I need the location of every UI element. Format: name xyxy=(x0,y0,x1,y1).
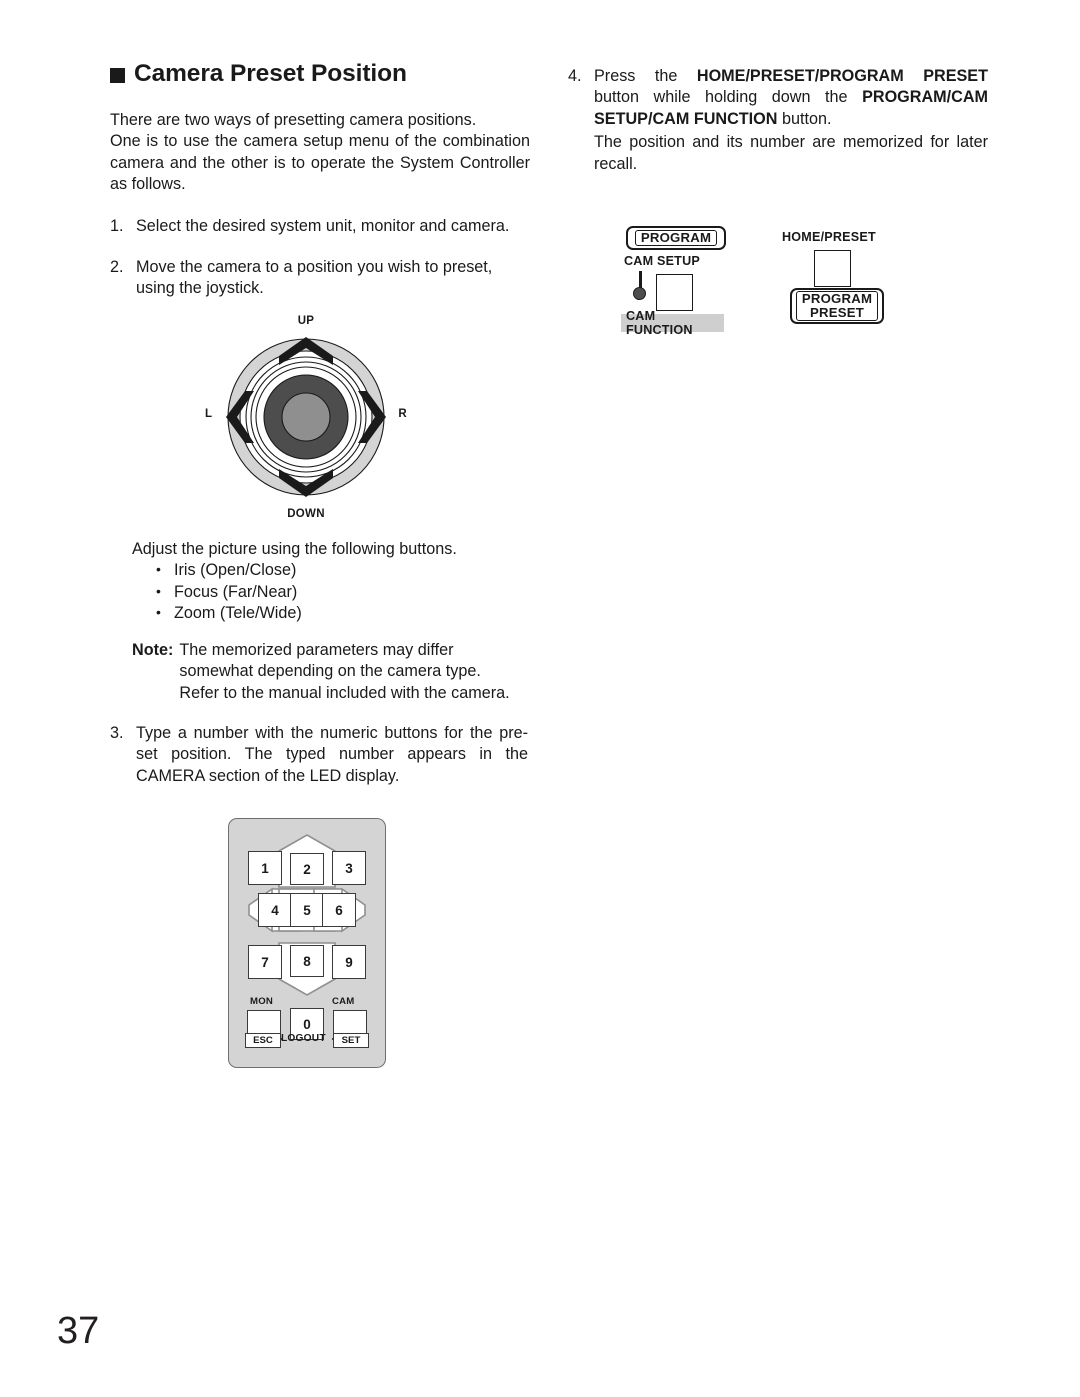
joystick-diagram: UP DOWN L R xyxy=(196,315,416,520)
cam-setup-stem xyxy=(639,271,642,288)
left-column: Camera Preset Position There are two way… xyxy=(110,60,530,300)
cam-function-button[interactable] xyxy=(656,274,693,311)
keypad-key-4[interactable]: 4 xyxy=(258,893,292,927)
manual-page: { "page": { "number": "37" }, "left_colu… xyxy=(0,0,1080,1397)
note: Note: The memorized parameters may diffe… xyxy=(132,640,524,704)
program-preset-button-labels: PROGRAM PRESET xyxy=(795,291,879,321)
step-2-number: 2. xyxy=(110,258,124,277)
step-4-part-3: button. xyxy=(777,109,832,128)
list-item: Iris (Open/Close) xyxy=(156,559,532,581)
program-button[interactable]: PROGRAM xyxy=(626,226,726,250)
left-column-lower: Adjust the picture using the following b… xyxy=(132,539,532,625)
step-1: 1. Select the desired system unit, monit… xyxy=(110,216,530,237)
keypad-key-5[interactable]: 5 xyxy=(290,893,324,927)
keypad-set-button[interactable]: SET xyxy=(333,1033,369,1048)
program-button-label: PROGRAM xyxy=(634,230,718,246)
step-3-text: Type a number with the numeric buttons f… xyxy=(136,724,528,785)
keypad-key-2[interactable]: 2 xyxy=(290,853,324,885)
right-column: 4. Press the HOME/PRESET/PROGRAM PRESET … xyxy=(568,66,988,175)
intro-line-2: One is to use the camera setup menu of t… xyxy=(110,132,530,194)
page-number: 37 xyxy=(57,1310,100,1352)
step-3-number: 3. xyxy=(110,724,124,742)
step-1-text: Select the desired system unit, monitor … xyxy=(136,216,510,235)
keypad-cam-label: CAM xyxy=(332,996,355,1007)
keypad-logout-label: LOGOUT xyxy=(281,1033,326,1044)
adjust-intro-text: Adjust the picture using the following b… xyxy=(132,540,457,558)
step-4-number: 4. xyxy=(568,67,582,85)
home-preset-button[interactable] xyxy=(814,250,851,287)
keypad-esc-button[interactable]: ESC xyxy=(245,1033,281,1048)
cam-setup-label: CAM SETUP xyxy=(624,254,700,268)
note-label: Note: xyxy=(132,641,174,659)
keypad-key-3[interactable]: 3 xyxy=(332,851,366,885)
keypad-diagram: 1 2 3 4 5 6 7 8 9 MON CAM 0 ESC SET LOGO… xyxy=(228,818,386,1068)
step-4-text: Press the HOME/PRESET/PROGRAM PRESET but… xyxy=(594,66,988,130)
square-bullet-icon xyxy=(110,67,125,83)
keypad-key-1[interactable]: 1 xyxy=(248,851,282,885)
note-text: The memorized parameters may differ some… xyxy=(179,641,510,702)
list-item: Zoom (Tele/Wide) xyxy=(156,602,532,624)
cam-setup-led-icon xyxy=(633,287,646,300)
keypad-key-6[interactable]: 6 xyxy=(322,893,356,927)
button-diagram: PROGRAM CAM SETUP CAM FUNCTION HOME/PRES… xyxy=(618,226,918,337)
step-2-text: Move the camera to a position you wish t… xyxy=(136,258,493,298)
step-4-part-1: Press the xyxy=(594,67,697,85)
step-4-bold-1: HOME/PRESET/PROGRAM PRESET xyxy=(696,67,988,85)
step-3-block: 3. Type a number with the numeric button… xyxy=(110,723,528,787)
joystick-graphic xyxy=(226,337,386,497)
keypad-key-8[interactable]: 8 xyxy=(290,945,324,977)
intro-line-1: There are two ways of presetting camera … xyxy=(110,111,477,129)
step-4-part-2: button while holding down the xyxy=(594,88,863,107)
keypad-key-9[interactable]: 9 xyxy=(332,945,366,979)
step-4-followup: The position and its number are memorize… xyxy=(568,132,988,175)
step-2: 2. Move the camera to a position you wis… xyxy=(110,257,530,300)
program-preset-line-2: PRESET xyxy=(810,305,864,320)
step-1-number: 1. xyxy=(110,216,124,235)
program-preset-button[interactable]: PROGRAM PRESET xyxy=(790,288,884,324)
keypad-mon-label: MON xyxy=(250,996,273,1007)
note-block: Note: The memorized parameters may diffe… xyxy=(132,640,524,704)
page-title: Camera Preset Position xyxy=(110,60,530,88)
adjust-bullet-list: Iris (Open/Close) Focus (Far/Near) Zoom … xyxy=(132,559,532,624)
list-item: Focus (Far/Near) xyxy=(156,581,532,603)
keypad-key-7[interactable]: 7 xyxy=(248,945,282,979)
joystick-center-cap xyxy=(281,392,331,442)
page-title-text: Camera Preset Position xyxy=(134,60,407,87)
step-4-followup-text: The position and its number are memorize… xyxy=(594,133,988,173)
program-preset-line-1: PROGRAM xyxy=(801,291,873,306)
step-4: 4. Press the HOME/PRESET/PROGRAM PRESET … xyxy=(568,66,988,130)
cam-function-label: CAM FUNCTION xyxy=(621,309,724,337)
step-3: 3. Type a number with the numeric button… xyxy=(110,723,528,787)
home-preset-label: HOME/PRESET xyxy=(782,230,876,244)
